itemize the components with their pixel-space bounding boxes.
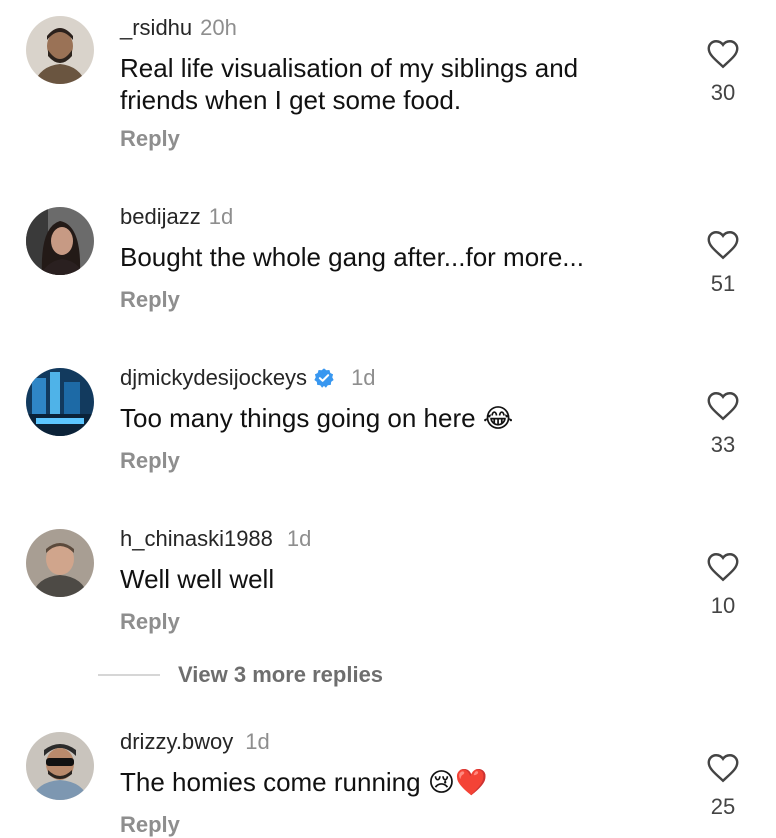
heart-outline-icon[interactable] bbox=[705, 750, 741, 786]
emoji: 😢❤️ bbox=[427, 768, 488, 798]
verified-badge-icon bbox=[314, 368, 334, 388]
comment-text: The homies come running 😢❤️ bbox=[120, 766, 640, 799]
like-count: 51 bbox=[710, 271, 736, 296]
reply-button[interactable]: Reply bbox=[120, 812, 180, 838]
emoji: 😂 bbox=[482, 404, 514, 434]
timestamp: 1d bbox=[245, 729, 270, 754]
like-count: 33 bbox=[710, 432, 736, 457]
like-count: 10 bbox=[710, 593, 736, 618]
comment-text-line: Real life visualisation of my siblings a… bbox=[120, 53, 579, 83]
heart-outline-icon[interactable] bbox=[705, 36, 741, 72]
like-count: 25 bbox=[710, 794, 736, 819]
username[interactable]: drizzy.bwoy bbox=[120, 729, 233, 754]
comment-text: Bought the whole gang after...for more..… bbox=[120, 241, 640, 273]
reply-button[interactable]: Reply bbox=[120, 448, 180, 474]
comment-meta: _rsidhu 20h bbox=[120, 14, 237, 42]
comment-text: Too many things going on here 😂 bbox=[120, 402, 640, 435]
comment-text-line: Bought the whole gang after...for more..… bbox=[120, 242, 584, 272]
reply-button[interactable]: Reply bbox=[120, 126, 180, 152]
timestamp: 1d bbox=[208, 204, 234, 229]
comment-text-line: friends when I get some food. bbox=[120, 85, 462, 115]
reply-button[interactable]: Reply bbox=[120, 287, 180, 313]
heart-outline-icon[interactable] bbox=[705, 549, 741, 585]
view-more-replies-button[interactable]: View 3 more replies bbox=[98, 662, 383, 688]
avatar[interactable] bbox=[26, 16, 94, 84]
comment-text: Well well well bbox=[120, 563, 640, 595]
avatar[interactable] bbox=[26, 732, 94, 800]
comment-meta: h_chinaski1988 1d bbox=[120, 525, 311, 553]
comment-meta: bedijazz 1d bbox=[120, 203, 233, 231]
timestamp: 1d bbox=[351, 365, 376, 390]
divider bbox=[98, 674, 160, 676]
heart-outline-icon[interactable] bbox=[705, 388, 741, 424]
comment-meta: djmickydesijockeys 1d bbox=[120, 364, 376, 392]
username[interactable]: bedijazz bbox=[120, 204, 201, 229]
timestamp: 1d bbox=[286, 526, 312, 551]
comment-text-line: Too many things going on here bbox=[120, 403, 476, 433]
avatar[interactable] bbox=[26, 207, 94, 275]
username[interactable]: _rsidhu bbox=[120, 15, 192, 40]
like-count: 30 bbox=[710, 80, 736, 105]
comment-text-line: The homies come running bbox=[120, 767, 421, 797]
avatar[interactable] bbox=[26, 529, 94, 597]
comment-text: Real life visualisation of my siblings a… bbox=[120, 52, 640, 116]
timestamp: 20h bbox=[200, 15, 237, 40]
comment-meta: drizzy.bwoy 1d bbox=[120, 728, 270, 756]
avatar[interactable] bbox=[26, 368, 94, 436]
heart-outline-icon[interactable] bbox=[705, 227, 741, 263]
username[interactable]: djmickydesijockeys bbox=[120, 365, 307, 390]
reply-button[interactable]: Reply bbox=[120, 609, 180, 635]
comment-text-line: Well well well bbox=[120, 564, 275, 594]
view-more-replies-label: View 3 more replies bbox=[178, 662, 384, 687]
username[interactable]: h_chinaski1988 bbox=[120, 526, 273, 551]
